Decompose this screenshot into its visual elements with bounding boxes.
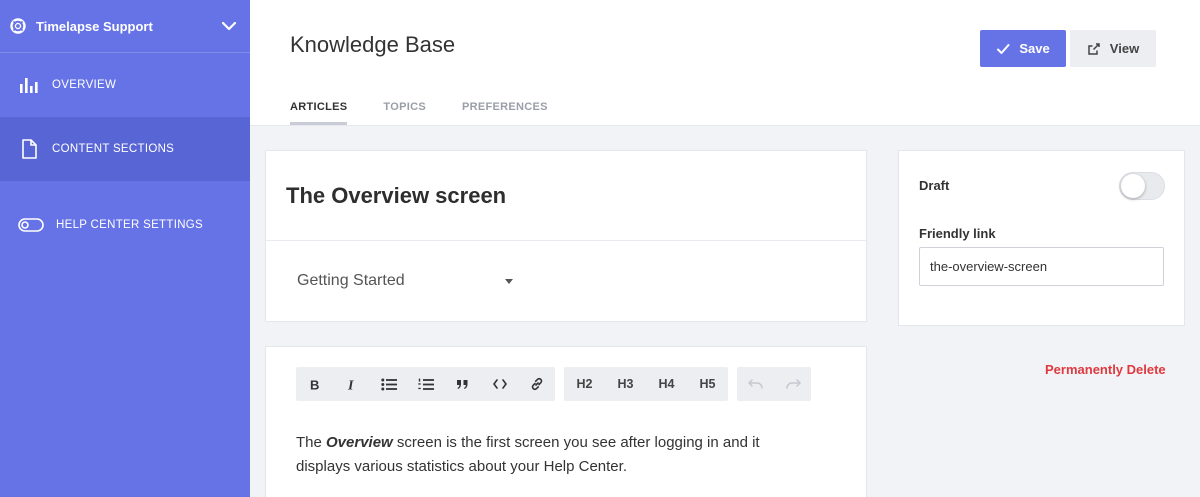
- external-link-icon: [1087, 42, 1101, 56]
- sidebar-item-help-center-settings[interactable]: HELP CENTER SETTINGS: [0, 193, 250, 257]
- workspace-switcher[interactable]: Timelapse Support: [0, 0, 250, 53]
- caret-down-icon: [505, 278, 513, 284]
- link-button[interactable]: [518, 367, 555, 401]
- tab-preferences[interactable]: PREFERENCES: [462, 101, 548, 125]
- sidebar-item-label: HELP CENTER SETTINGS: [56, 219, 204, 231]
- draft-label: Draft: [919, 178, 950, 193]
- history-group: [737, 367, 811, 401]
- format-group: B I: [296, 367, 555, 401]
- bar-chart-icon: [18, 74, 40, 96]
- view-button[interactable]: View: [1070, 30, 1156, 67]
- editor-toolbar: B I H2 H3 H4 H5: [296, 367, 820, 401]
- divider: [266, 240, 866, 241]
- body-emphasis: Overview: [326, 434, 393, 451]
- toggle-icon: [18, 214, 44, 236]
- undo-icon: [747, 379, 764, 389]
- heading-3-button[interactable]: H3: [605, 367, 646, 401]
- tab-topics[interactable]: TOPICS: [383, 101, 426, 125]
- article-meta-card: The Overview screen Getting Started: [265, 150, 867, 322]
- heading-2-button[interactable]: H2: [564, 367, 605, 401]
- bold-button[interactable]: B: [296, 367, 333, 401]
- workspace-name: Timelapse Support: [36, 18, 153, 34]
- document-icon: [18, 138, 40, 160]
- save-button-label: Save: [1019, 41, 1050, 56]
- code-button[interactable]: [481, 367, 518, 401]
- page-header: Knowledge Base Save View ARTICLES TOPICS…: [250, 0, 1200, 126]
- italic-button[interactable]: I: [333, 367, 370, 401]
- sidebar-item-content-sections[interactable]: CONTENT SECTIONS: [0, 117, 250, 181]
- page-title: Knowledge Base: [290, 32, 456, 57]
- toggle-knob: [1121, 174, 1145, 198]
- quote-icon: [456, 378, 469, 390]
- tab-bar: ARTICLES TOPICS PREFERENCES: [290, 101, 584, 125]
- friendly-link-label: Friendly link: [919, 226, 996, 241]
- heading-4-button[interactable]: H4: [646, 367, 687, 401]
- undo-button[interactable]: [737, 367, 774, 401]
- numbered-list-icon: [417, 378, 434, 391]
- save-button[interactable]: Save: [980, 30, 1066, 67]
- numbered-list-button[interactable]: [407, 367, 444, 401]
- checkmark-icon: [996, 42, 1010, 56]
- svg-text:I: I: [347, 378, 354, 391]
- sidebar-item-overview[interactable]: OVERVIEW: [0, 53, 250, 117]
- body-text-start: The: [296, 434, 327, 451]
- friendly-link-input[interactable]: [919, 247, 1164, 286]
- publish-settings-card: Draft Friendly link: [898, 150, 1185, 326]
- bold-icon: B: [309, 378, 321, 391]
- permanently-delete-button[interactable]: Permanently Delete: [1045, 362, 1166, 377]
- category-select[interactable]: Getting Started: [297, 272, 517, 290]
- heading-5-button[interactable]: H5: [687, 367, 728, 401]
- article-title[interactable]: The Overview screen: [286, 183, 506, 209]
- redo-button[interactable]: [774, 367, 811, 401]
- sidebar: Timelapse Support OVERVIEW CONTENT SECTI…: [0, 0, 250, 497]
- chevron-down-icon[interactable]: [220, 17, 238, 35]
- view-button-label: View: [1109, 41, 1140, 56]
- sidebar-item-label: CONTENT SECTIONS: [52, 143, 175, 155]
- category-value: Getting Started: [297, 272, 405, 289]
- bullet-list-icon: [380, 378, 397, 391]
- lifebuoy-icon: [10, 18, 26, 34]
- code-icon: [492, 379, 507, 389]
- bullet-list-button[interactable]: [370, 367, 407, 401]
- quote-button[interactable]: [444, 367, 481, 401]
- sidebar-item-label: OVERVIEW: [52, 79, 117, 91]
- article-editor-card: B I H2 H3 H4 H5 The Overview screen is t…: [265, 346, 867, 497]
- link-icon: [530, 377, 544, 391]
- tab-articles[interactable]: ARTICLES: [290, 101, 348, 125]
- italic-icon: I: [346, 378, 358, 391]
- svg-text:B: B: [310, 378, 319, 391]
- editor-content[interactable]: The Overview screen is the first screen …: [296, 431, 816, 479]
- redo-icon: [785, 379, 801, 389]
- heading-group: H2 H3 H4 H5: [564, 367, 728, 401]
- draft-toggle[interactable]: [1119, 172, 1165, 200]
